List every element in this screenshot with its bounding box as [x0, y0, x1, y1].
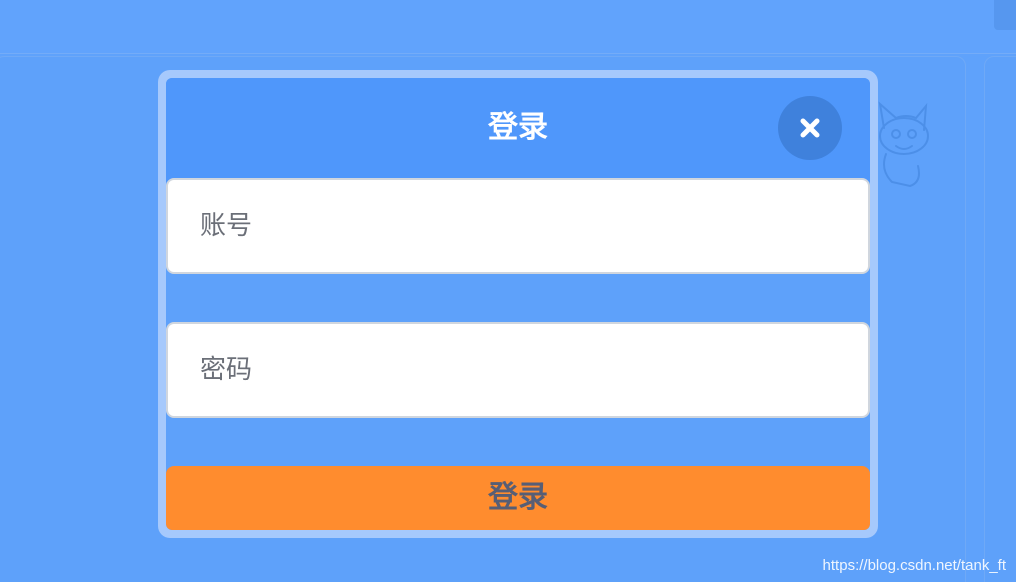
flag-icon[interactable] [994, 0, 1016, 30]
watermark-text: https://blog.csdn.net/tank_ft [822, 557, 1006, 574]
login-modal-body: 登录 登录 [166, 78, 870, 530]
background-side-panel [984, 56, 1016, 582]
modal-header: 登录 [166, 78, 870, 182]
modal-title: 登录 [488, 110, 548, 145]
login-modal: 登录 登录 [158, 70, 878, 538]
top-menu-bar [0, 0, 1016, 54]
close-icon [800, 118, 820, 138]
login-button[interactable]: 登录 [166, 466, 870, 530]
close-button[interactable] [778, 96, 842, 160]
username-field[interactable] [166, 178, 870, 274]
password-field[interactable] [166, 322, 870, 418]
